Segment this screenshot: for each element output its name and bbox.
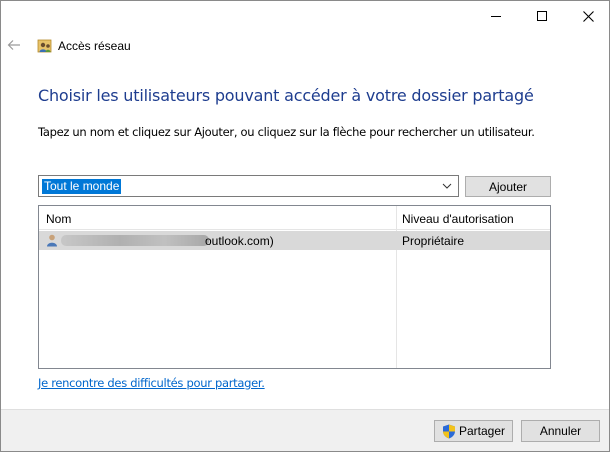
maximize-button[interactable]	[519, 1, 565, 31]
close-button[interactable]	[565, 1, 610, 31]
list-row[interactable]: outlook.com) Propriétaire	[39, 231, 550, 250]
help-link[interactable]: Je rencontre des difficultés pour partag…	[38, 376, 265, 390]
maximize-icon	[537, 11, 547, 21]
add-button[interactable]: Ajouter	[465, 176, 551, 197]
uac-shield-icon	[442, 424, 455, 438]
column-header-permission[interactable]: Niveau d'autorisation	[402, 212, 514, 226]
minimize-icon	[491, 15, 501, 17]
cancel-button[interactable]: Annuler	[521, 420, 600, 442]
network-access-window: Accès réseau Choisir les utilisateurs po…	[0, 0, 610, 452]
close-icon	[582, 10, 594, 22]
user-combobox[interactable]: Tout le monde	[38, 175, 459, 197]
users-listview[interactable]: Nom Niveau d'autorisation outlook.com) P…	[38, 205, 551, 369]
share-button[interactable]: Partager	[434, 420, 513, 442]
user-icon	[47, 234, 57, 247]
footer-bar	[1, 409, 609, 451]
page-heading: Choisir les utilisateurs pouvant accéder…	[38, 86, 534, 105]
minimize-button[interactable]	[473, 1, 519, 31]
back-arrow-icon[interactable]	[6, 37, 22, 53]
combobox-value[interactable]: Tout le monde	[42, 179, 122, 194]
row-user-name: outlook.com)	[205, 234, 274, 248]
redacted-name	[61, 235, 209, 246]
row-permission-level[interactable]: Propriétaire	[402, 234, 464, 248]
instruction-text: Tapez un nom et cliquez sur Ajouter, ou …	[38, 125, 535, 139]
window-title: Accès réseau	[58, 39, 131, 53]
network-users-icon	[37, 39, 52, 53]
chevron-down-icon[interactable]	[442, 181, 452, 191]
list-header: Nom Niveau d'autorisation	[39, 206, 550, 230]
column-header-name[interactable]: Nom	[46, 212, 71, 226]
share-button-label: Partager	[458, 424, 506, 438]
